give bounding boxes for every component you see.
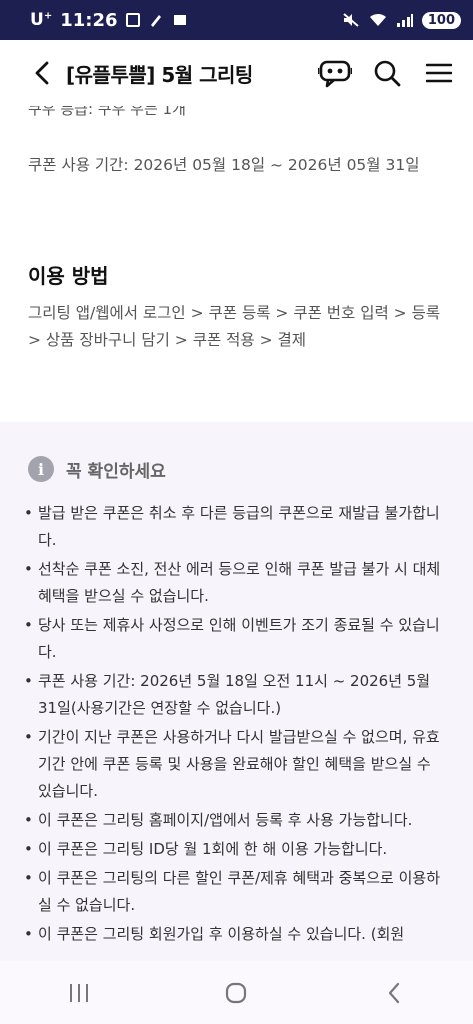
menu-button[interactable] <box>421 55 457 91</box>
notice-item: 기간이 지난 쿠폰은 사용하거나 다시 발급받으실 수 없으며, 유효 기간 안… <box>24 724 444 805</box>
recent-apps-button[interactable] <box>49 968 109 1018</box>
howto-heading: 이용 방법 <box>28 264 109 288</box>
notice-header: i 꼭 확인하세요 <box>28 456 166 482</box>
battery-indicator: 100 <box>421 11 461 29</box>
back-button[interactable] <box>28 53 56 93</box>
header-actions <box>317 55 457 91</box>
gallery-icon <box>173 15 186 25</box>
hamburger-menu-icon <box>426 63 452 83</box>
info-icon: i <box>28 456 54 482</box>
notice-item: 당사 또는 제휴사 사정으로 인해 이벤트가 조기 종료될 수 있습니다. <box>24 612 444 666</box>
notice-title: 꼭 확인하세요 <box>66 461 166 482</box>
notice-item: 이 쿠폰은 그리팅의 다른 할인 쿠폰/제휴 혜택과 중복으로 이용하실 수 없… <box>24 865 444 919</box>
status-bar: U+ 11:26 100 <box>0 0 473 40</box>
status-left: U+ 11:26 <box>30 10 188 31</box>
search-button[interactable] <box>369 55 405 91</box>
coupon-period-text: 쿠폰 사용 기간: 2026년 05월 18일 ~ 2026년 05월 31일 <box>28 156 420 174</box>
notice-list: 발급 받은 쿠폰은 취소 후 다른 등급의 쿠폰으로 재발급 불가합니다. 선착… <box>24 500 444 950</box>
notice-item: 이 쿠폰은 그리팅 회원가입 후 이용하실 수 있습니다. (회원 <box>24 921 444 948</box>
notice-item: 이 쿠폰은 그리팅 홈페이지/앱에서 등록 후 사용 가능합니다. <box>24 807 444 834</box>
home-icon <box>226 982 247 1003</box>
howto-steps-text: 그리팅 앱/웹에서 로그인 > 쿠폰 등록 > 쿠폰 번호 입력 > 등록 > … <box>28 304 441 349</box>
search-icon <box>374 60 401 87</box>
chevron-left-icon <box>35 61 49 85</box>
notice-section: i 꼭 확인하세요 발급 받은 쿠폰은 취소 후 다른 등급의 쿠폰으로 재발급… <box>0 422 473 961</box>
system-back-button[interactable] <box>364 968 424 1018</box>
notice-item: 발급 받은 쿠폰은 취소 후 다른 등급의 쿠폰으로 재발급 불가합니다. <box>24 500 444 554</box>
home-button[interactable] <box>206 968 266 1018</box>
clock: 11:26 <box>60 9 118 31</box>
chatbot-button[interactable] <box>317 55 353 91</box>
screenshot-icon <box>125 13 140 27</box>
mute-icon <box>343 13 359 27</box>
content-area[interactable]: 쿠우 등급: 쿠우 우는 1개 쿠폰 사용 기간: 2026년 05월 18일 … <box>0 106 473 961</box>
pen-icon <box>150 15 161 27</box>
notice-item: 선착순 쿠폰 소진, 전산 에러 등으로 인해 쿠폰 발급 불가 시 대체 혜택… <box>24 556 444 610</box>
carrier-label: U+ <box>30 10 53 30</box>
page-title: [유플투쁠] 5월 그리팅 <box>66 62 253 87</box>
notice-item: 쿠폰 사용 기간: 2026년 5월 18일 오전 11시 ~ 2026년 5월… <box>24 668 444 722</box>
signal-icon <box>396 14 413 27</box>
notice-item: 이 쿠폰은 그리팅 ID당 월 1회에 한 해 이용 가능합니다. <box>24 836 444 863</box>
system-nav-bar <box>0 961 473 1024</box>
back-arrow-icon <box>389 982 400 1003</box>
status-right: 100 <box>342 11 461 29</box>
chatbot-icon <box>318 60 352 88</box>
partial-text-line: 쿠우 등급: 쿠우 우는 1개 <box>28 106 186 118</box>
app-header: [유플투쁠] 5월 그리팅 <box>0 40 473 106</box>
wifi-icon <box>369 13 386 26</box>
recent-apps-icon <box>69 983 88 1002</box>
